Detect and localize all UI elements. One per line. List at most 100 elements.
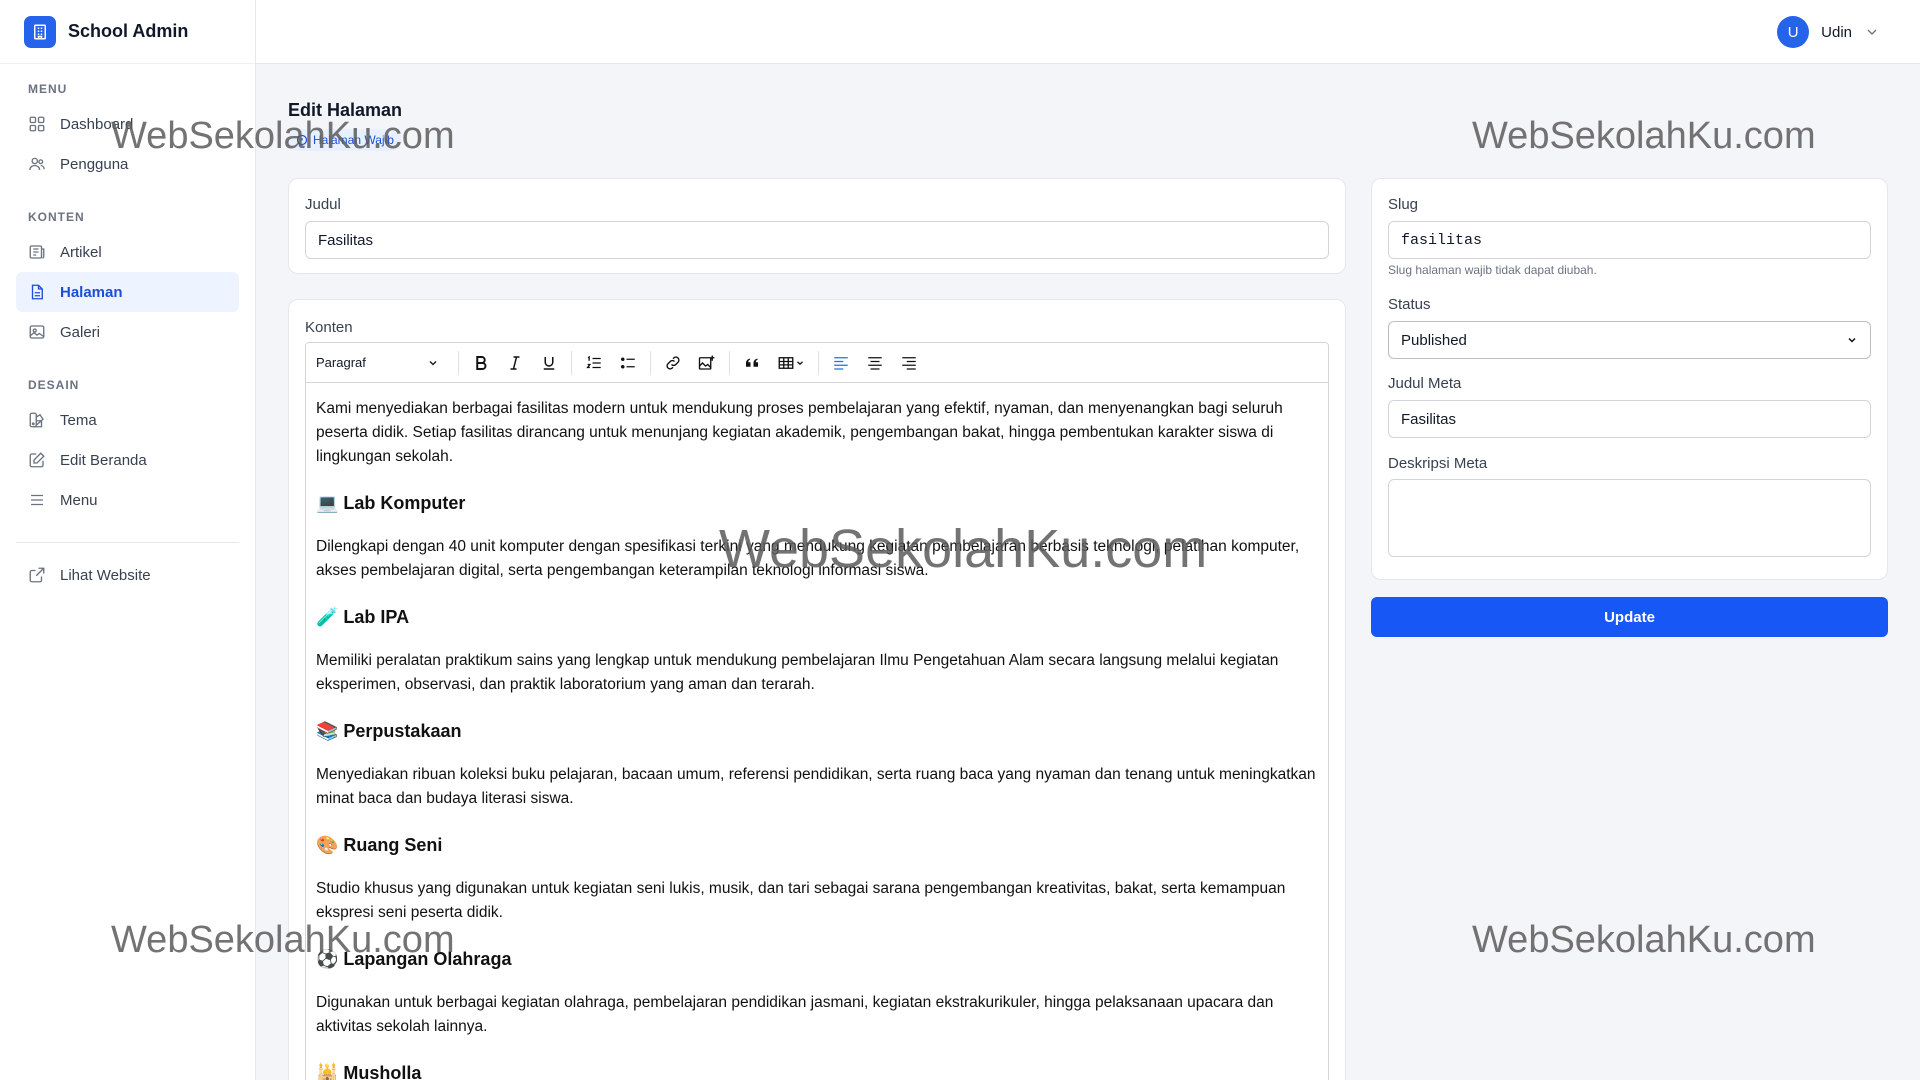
underline-icon xyxy=(543,356,555,370)
numbered-list-button[interactable] xyxy=(579,349,609,377)
sidebar-item-label: Galeri xyxy=(60,323,101,341)
newspaper-icon xyxy=(29,245,45,259)
toolbar-separator xyxy=(571,350,572,375)
align-right-icon xyxy=(902,356,916,370)
content-heading: 🧪 Lab IPA xyxy=(316,607,410,627)
update-button[interactable]: Update xyxy=(1371,597,1888,637)
status-badge: Halaman Wajib xyxy=(288,129,402,151)
content-paragraph: Digunakan untuk berbagai kegiatan olahra… xyxy=(316,994,1274,1035)
blockquote-button[interactable] xyxy=(737,349,767,377)
toolbar-separator xyxy=(650,350,651,375)
link-button[interactable] xyxy=(658,349,688,377)
italic-icon xyxy=(510,355,520,370)
chevron-down-icon xyxy=(1848,337,1856,343)
align-left-button[interactable] xyxy=(826,349,856,377)
deskripsi-meta-label: Deskripsi Meta xyxy=(1388,455,1488,472)
align-center-button[interactable] xyxy=(860,349,890,377)
topbar: U Udin xyxy=(256,0,1920,64)
content-paragraph: Kami menyediakan berbagai fasilitas mode… xyxy=(316,400,1283,465)
quote-icon xyxy=(746,358,758,367)
toolbar-separator xyxy=(458,350,459,375)
title-card: Judul Fasilitas xyxy=(288,178,1346,274)
brand[interactable]: School Admin xyxy=(0,0,255,64)
block-format-value: Paragraf xyxy=(316,355,366,370)
sidebar-item-menu[interactable]: Menu xyxy=(16,480,239,520)
badge-label: Halaman Wajib xyxy=(313,133,394,147)
content-paragraph: Memiliki peralatan praktikum sains yang … xyxy=(316,652,1279,693)
table-icon xyxy=(778,356,794,369)
align-left-icon xyxy=(834,356,848,370)
content-heading: 🕌 Musholla xyxy=(316,1063,422,1080)
sidebar-item-lihat-website[interactable]: Lihat Website xyxy=(16,555,239,595)
page-title: Edit Halaman xyxy=(288,100,403,120)
align-right-button[interactable] xyxy=(894,349,924,377)
content-heading: 📚 Perpustakaan xyxy=(316,721,462,741)
judul-meta-input[interactable]: Fasilitas xyxy=(1388,400,1871,438)
brand-name: School Admin xyxy=(68,21,189,41)
sidebar-item-edit-beranda[interactable]: Edit Beranda xyxy=(16,440,239,480)
bullet-list-icon xyxy=(620,356,635,369)
watermark: WebSekolahKu.com xyxy=(1472,115,1816,157)
image-icon xyxy=(29,325,45,339)
sidebar-item-dashboard[interactable]: Dashboard xyxy=(16,104,239,144)
slug-input: fasilitas xyxy=(1388,221,1871,259)
insert-table-button[interactable] xyxy=(771,349,811,377)
sidebar-item-label: Lihat Website xyxy=(60,566,151,584)
content-heading: 🎨 Ruang Seni xyxy=(316,835,443,855)
menu-icon xyxy=(31,494,43,506)
user-menu[interactable]: U Udin xyxy=(1777,16,1880,48)
toolbar-separator xyxy=(729,350,730,375)
deskripsi-meta-textarea[interactable] xyxy=(1388,479,1871,557)
nav-section-external: Lihat Website xyxy=(0,555,255,595)
sidebar-item-tema[interactable]: Tema xyxy=(16,400,239,440)
sidebar-item-artikel[interactable]: Artikel xyxy=(16,232,239,272)
editor-content[interactable]: Kami menyediakan berbagai fasilitas mode… xyxy=(306,383,1328,1080)
status-select[interactable]: Published xyxy=(1388,321,1871,359)
sidebar-item-label: Edit Beranda xyxy=(60,451,147,469)
divider xyxy=(16,542,239,543)
bullet-list-button[interactable] xyxy=(613,349,643,377)
sidebar-item-pengguna[interactable]: Pengguna xyxy=(16,144,239,184)
content-paragraph: Dilengkapi dengan 40 unit komputer denga… xyxy=(316,538,1300,579)
italic-button[interactable] xyxy=(500,349,530,377)
judul-meta-label: Judul Meta xyxy=(1388,375,1462,392)
users-icon xyxy=(29,157,45,171)
sidebar-item-label: Pengguna xyxy=(60,155,129,173)
align-center-icon xyxy=(868,356,882,370)
content-heading: ⚽ Lapangan Olahraga xyxy=(316,949,512,969)
block-format-dropdown[interactable]: Paragraf xyxy=(316,355,451,370)
document-icon xyxy=(31,284,43,300)
sidebar-item-label: Dashboard xyxy=(60,115,134,133)
avatar: U xyxy=(1777,16,1810,48)
sidebar-item-halaman[interactable]: Halaman xyxy=(16,272,239,312)
rich-text-editor: Paragraf Kami menyediakan berbagai fasil… xyxy=(305,342,1329,1080)
meta-card: Slug fasilitas Slug halaman wajib tidak … xyxy=(1371,178,1888,580)
editor-toolbar: Paragraf xyxy=(306,343,1328,383)
toolbar-separator xyxy=(818,350,819,375)
content-paragraph: Menyediakan ribuan koleksi buku pelajara… xyxy=(316,766,1316,807)
building-icon xyxy=(24,15,56,48)
content-card: Konten Paragraf Kami menyediakan berbaga… xyxy=(288,299,1346,1080)
sidebar: School Admin MENU Dashboard Pengguna KON… xyxy=(0,0,256,1080)
sidebar-item-galeri[interactable]: Galeri xyxy=(16,312,239,352)
watermark: WebSekolahKu.com xyxy=(1472,919,1816,961)
sidebar-item-label: Artikel xyxy=(60,243,102,261)
sidebar-item-label: Menu xyxy=(60,491,98,509)
palette-icon xyxy=(29,412,44,428)
underline-button[interactable] xyxy=(534,349,564,377)
status-label: Status xyxy=(1388,296,1431,313)
numbered-list-icon xyxy=(586,355,601,368)
nav-heading: DESAIN xyxy=(28,378,80,392)
status-value: Published xyxy=(1401,331,1467,349)
insert-image-button[interactable] xyxy=(692,349,722,377)
grid-icon xyxy=(29,116,45,132)
nav-section-desain: DESAIN Tema Edit Beranda Menu xyxy=(0,360,255,520)
bold-button[interactable] xyxy=(466,349,496,377)
nav-heading: MENU xyxy=(28,82,68,96)
judul-input[interactable]: Fasilitas xyxy=(305,221,1329,259)
image-upload-icon xyxy=(698,355,715,370)
judul-label: Judul xyxy=(305,196,341,213)
nav-heading: KONTEN xyxy=(28,210,85,224)
link-icon xyxy=(666,355,680,370)
chevron-down-icon xyxy=(797,360,803,365)
